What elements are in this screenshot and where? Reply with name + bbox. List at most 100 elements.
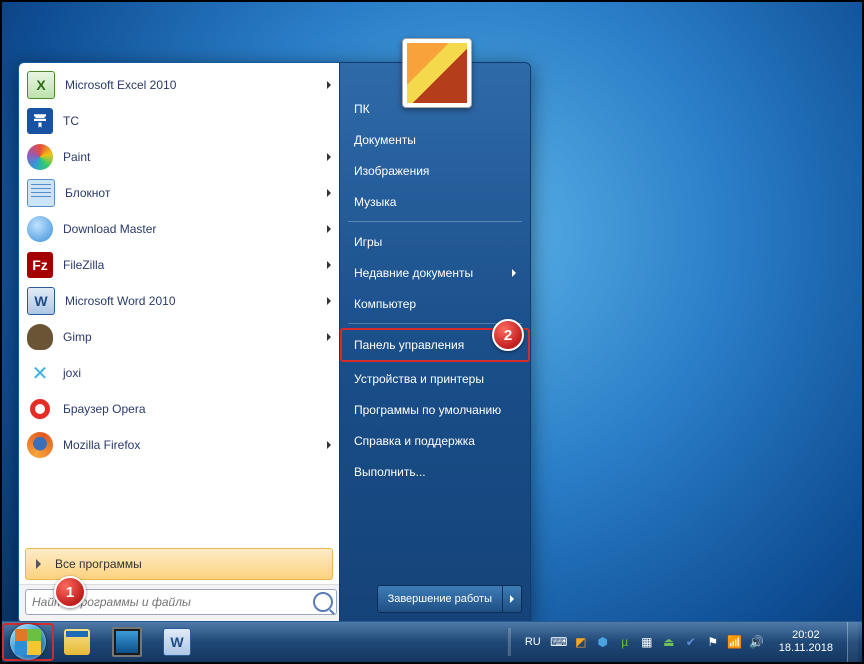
shutdown-row: Завершение работы <box>340 579 530 623</box>
right-item-label: Выполнить... <box>354 465 426 479</box>
taskbar-clock[interactable]: 20:02 18.11.2018 <box>771 629 841 655</box>
app-item-notepad[interactable]: Блокнот <box>21 175 337 211</box>
tc-icon <box>27 108 53 134</box>
app-item-word[interactable]: W Microsoft Word 2010 <box>21 283 337 319</box>
triangle-right-icon <box>510 595 514 603</box>
fz-icon: Fz <box>27 252 53 278</box>
app-label: Mozilla Firefox <box>63 438 327 452</box>
app-item-tc[interactable]: TC <box>21 103 337 139</box>
app-item-fz[interactable]: Fz FileZilla <box>21 247 337 283</box>
safely-remove-icon[interactable]: ⏏ <box>661 634 677 650</box>
chevron-right-icon <box>327 297 331 305</box>
dm-icon <box>27 216 53 242</box>
app-item-firefox[interactable]: Mozilla Firefox <box>21 427 337 463</box>
app-label: Microsoft Word 2010 <box>65 294 327 308</box>
taskbar-monitor[interactable] <box>108 626 156 658</box>
right-item-label: Изображения <box>354 164 429 178</box>
volume-icon[interactable]: 🔊 <box>749 634 765 650</box>
app-item-excel[interactable]: XMicrosoft Excel 2010 <box>21 67 337 103</box>
tray-app-icon[interactable]: ✔ <box>683 634 699 650</box>
app-item-gimp[interactable]: Gimp <box>21 319 337 355</box>
firefox-icon <box>27 432 53 458</box>
right-item[interactable]: Программы по умолчанию <box>340 394 530 425</box>
chevron-right-icon <box>327 81 331 89</box>
language-indicator[interactable]: RU <box>521 636 545 648</box>
taskbar: W RU ⌨ ◩ ⬢ µ ▦ ⏏ ✔ ⚑ 📶 🔊 20:02 18.11.201… <box>2 621 862 662</box>
shutdown-label: Завершение работы <box>378 586 502 612</box>
tray-app-icon[interactable]: ⬢ <box>595 634 611 650</box>
taskbar-explorer[interactable] <box>58 626 106 658</box>
explorer-icon <box>64 629 90 655</box>
monitor-icon <box>112 627 142 657</box>
paint-icon <box>27 144 53 170</box>
word-icon: W <box>27 287 55 315</box>
right-item[interactable]: Устройства и принтеры <box>340 363 530 394</box>
right-item[interactable]: Выполнить... <box>340 456 530 487</box>
app-label: FileZilla <box>63 258 327 272</box>
windows-logo-quadrant <box>27 629 41 643</box>
right-item[interactable]: Компьютер <box>340 288 530 319</box>
right-item-label: Устройства и принтеры <box>354 372 484 386</box>
pinned-apps-list: XMicrosoft Excel 2010 TC Paint Блокнот Downl… <box>19 63 339 546</box>
user-picture-frame[interactable] <box>402 38 472 108</box>
app-label: TC <box>63 114 331 128</box>
right-item-label: Панель управления <box>354 338 464 352</box>
app-label: Download Master <box>63 222 327 236</box>
app-label: Gimp <box>63 330 327 344</box>
keyboard-icon[interactable]: ⌨ <box>551 634 567 650</box>
utorrent-icon[interactable]: µ <box>617 634 633 650</box>
user-picture <box>407 43 467 103</box>
joxi-icon: ✕ <box>27 360 53 386</box>
app-item-joxi[interactable]: ✕ joxi <box>21 355 337 391</box>
start-menu: XMicrosoft Excel 2010 TC Paint Блокнот Downl… <box>18 62 531 624</box>
app-label: Paint <box>63 150 327 164</box>
right-item[interactable]: Изображения <box>340 155 530 186</box>
start-menu-left-pane: XMicrosoft Excel 2010 TC Paint Блокнот Downl… <box>18 62 339 624</box>
shutdown-options-dropdown[interactable] <box>502 586 521 612</box>
start-button[interactable] <box>10 624 46 660</box>
app-item-paint[interactable]: Paint <box>21 139 337 175</box>
tray-separator <box>507 628 511 656</box>
action-center-icon[interactable]: ⚑ <box>705 634 721 650</box>
chevron-right-icon <box>512 269 516 277</box>
right-item[interactable]: Игры <box>340 226 530 257</box>
pinned-taskbar-icons: W <box>54 626 206 658</box>
right-item-label: Компьютер <box>354 297 416 311</box>
desktop: XMicrosoft Excel 2010 TC Paint Блокнот Downl… <box>2 2 862 662</box>
app-label: joxi <box>63 366 331 380</box>
app-label: Microsoft Excel 2010 <box>65 78 327 92</box>
start-button-wrap <box>2 624 54 660</box>
right-item[interactable]: Недавние документы <box>340 257 530 288</box>
right-item-label: Документы <box>354 133 416 147</box>
all-programs-label: Все программы <box>55 557 142 571</box>
network-icon[interactable]: 📶 <box>727 634 743 650</box>
right-item[interactable]: Справка и поддержка <box>340 425 530 456</box>
chevron-right-icon <box>327 225 331 233</box>
chevron-right-icon <box>327 153 331 161</box>
taskbar-word[interactable]: W <box>158 626 206 658</box>
app-item-opera[interactable]: Браузер Opera <box>21 391 337 427</box>
right-item-label: Недавние документы <box>354 266 473 280</box>
notepad-icon <box>27 179 55 207</box>
separator <box>348 221 522 222</box>
shutdown-button[interactable]: Завершение работы <box>377 585 522 613</box>
right-item[interactable]: Музыка <box>340 186 530 217</box>
annotation-marker-1: 1 <box>54 576 86 608</box>
word-icon: W <box>163 628 191 656</box>
clock-time: 20:02 <box>779 629 833 642</box>
opera-icon <box>27 396 53 422</box>
right-item-label: ПК <box>354 102 370 116</box>
app-item-dm[interactable]: Download Master <box>21 211 337 247</box>
annotation-marker-2: 2 <box>492 319 524 351</box>
clock-date: 18.11.2018 <box>779 642 833 655</box>
gimp-icon <box>27 324 53 350</box>
right-item-label: Программы по умолчанию <box>354 403 501 417</box>
chevron-right-icon <box>327 261 331 269</box>
right-item[interactable]: Документы <box>340 124 530 155</box>
tray-app-icon[interactable]: ◩ <box>573 634 589 650</box>
system-tray: RU ⌨ ◩ ⬢ µ ▦ ⏏ ✔ ⚑ 📶 🔊 20:02 18.11.2018 <box>503 622 862 662</box>
windows-logo-quadrant <box>15 641 29 655</box>
tray-app-icon[interactable]: ▦ <box>639 634 655 650</box>
app-label: Браузер Opera <box>63 402 331 416</box>
show-desktop-button[interactable] <box>847 622 858 662</box>
